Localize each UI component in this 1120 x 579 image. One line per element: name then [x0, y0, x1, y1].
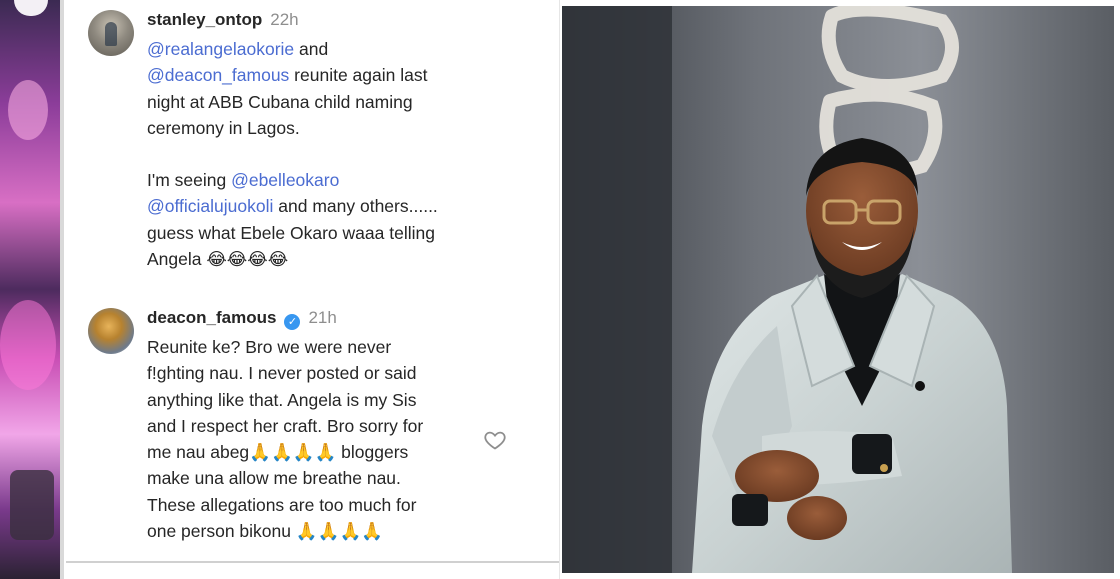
comment-line: @realangelaokorie and: [147, 36, 527, 62]
timestamp[interactable]: 22h: [270, 10, 298, 30]
comment-text-segment: and: [294, 39, 329, 59]
comment-line: guess what Ebele Okaro waaa telling: [147, 220, 527, 246]
man-in-suit-illustration: [562, 6, 1114, 573]
comment-text-segment: f!ghting nau. I never posted or said: [147, 363, 417, 384]
username[interactable]: stanley_ontop: [147, 10, 262, 30]
mention-link[interactable]: @realangelaokorie: [147, 39, 294, 59]
comment-line: Angela 😂😂😂😂: [147, 246, 527, 272]
comment-text-segment: and many others......: [273, 196, 438, 217]
comment-text-segment: anything like that. Angela is my Sis: [147, 389, 417, 410]
photo-highlight: [8, 80, 48, 140]
comment-text-segment: ceremony in Lagos.: [147, 117, 300, 138]
comment-text-segment: Angela 😂😂😂😂: [147, 249, 289, 270]
verified-badge-icon: ✓: [284, 314, 301, 330]
comment-text-segment: guess what Ebele Okaro waaa telling: [147, 222, 435, 243]
avatar-figure: [105, 22, 117, 46]
comment-line: ceremony in Lagos.: [147, 115, 527, 141]
divider: [66, 561, 559, 563]
mention-link[interactable]: @ebelleokaro: [231, 170, 339, 190]
comment-text-segment: Reunite ke? Bro we were never: [147, 337, 392, 357]
mention-link[interactable]: @deacon_famous: [147, 65, 289, 85]
comments-panel[interactable]: stanley_ontop 22h @realangelaokorie and @…: [66, 0, 560, 579]
comment-text-segment: one person bikonu 🙏🙏🙏🙏: [147, 521, 384, 542]
light-bulb-shape: [14, 0, 48, 16]
comment-line: me nau abeg🙏🙏🙏🙏 bloggers: [147, 439, 527, 465]
comment-text-segment: I'm seeing: [147, 170, 232, 191]
comment-line: one person bikonu 🙏🙏🙏🙏: [147, 518, 527, 544]
comment-text-segment: reunite again last: [289, 65, 428, 86]
comment-header: deacon_famous ✓ 21h: [147, 308, 527, 334]
left-photo-strip: [0, 0, 64, 579]
comment-line: @officialujuokoli and many others......: [147, 193, 527, 219]
comment-line: and I respect her craft. Bro sorry for: [147, 413, 527, 439]
comment-line: Reunite ke? Bro we were never: [147, 334, 527, 360]
profile-photo: [562, 6, 1114, 573]
heart-icon[interactable]: [483, 428, 507, 452]
photo-border: [60, 0, 64, 579]
timestamp[interactable]: 21h: [308, 308, 336, 328]
mention-link[interactable]: @officialujuokoli: [147, 196, 273, 216]
photo-highlight: [0, 300, 56, 390]
comment-text-segment: night at ABB Cubana child naming: [147, 91, 413, 112]
comment-line: @deacon_famous reunite again last: [147, 62, 527, 88]
comment-line: f!ghting nau. I never posted or said: [147, 360, 527, 386]
avatar[interactable]: [88, 10, 134, 56]
comment-text-segment: These allegations are too much for: [147, 494, 417, 515]
comment-body: stanley_ontop 22h @realangelaokorie and @…: [147, 10, 527, 272]
comment-header: stanley_ontop 22h: [147, 10, 527, 36]
avatar[interactable]: [88, 308, 134, 354]
comment-text: @realangelaokorie and @deacon_famous reun…: [147, 36, 527, 272]
photo-shadow: [10, 470, 54, 540]
comment-text-segment: make una allow me breathe nau.: [147, 468, 401, 489]
comment-text-segment: and I respect her craft. Bro sorry for: [147, 415, 424, 436]
comment-line: anything like that. Angela is my Sis: [147, 387, 527, 413]
comment-text: Reunite ke? Bro we were never f!ghting na…: [147, 334, 527, 544]
comment-line: night at ABB Cubana child naming: [147, 89, 527, 115]
username[interactable]: deacon_famous: [147, 308, 276, 328]
comment-body: deacon_famous ✓ 21h Reunite ke? Bro we w…: [147, 308, 527, 544]
comment-line: These allegations are too much for: [147, 492, 527, 518]
comment-line: I'm seeing @ebelleokaro: [147, 167, 527, 193]
comment-text-segment: me nau abeg🙏🙏🙏🙏 bloggers: [147, 442, 409, 463]
comment-line: make una allow me breathe nau.: [147, 465, 527, 491]
